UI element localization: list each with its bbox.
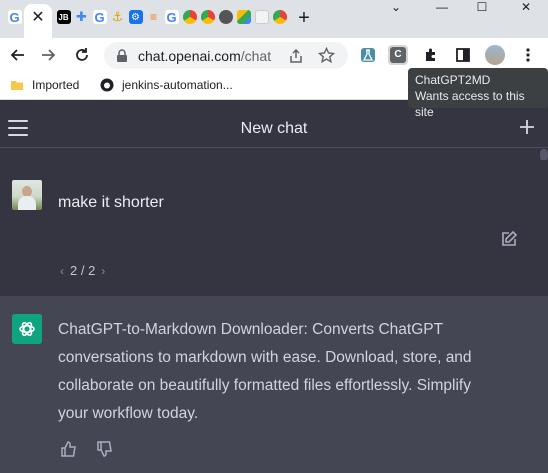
- gear-icon: ⚙: [128, 10, 143, 24]
- tooltip-title: ChatGPT2MD: [415, 73, 491, 87]
- openai-logo-icon: [12, 314, 42, 344]
- arrow-right-icon: [42, 49, 56, 61]
- bookmark-jenkins[interactable]: jenkins-automation...: [100, 78, 233, 92]
- star-icon[interactable]: [318, 47, 335, 64]
- extensions-button[interactable]: [421, 45, 441, 65]
- lock-icon: [117, 49, 127, 62]
- google-icon: G: [7, 9, 22, 25]
- new-chat-plus-icon[interactable]: [518, 118, 536, 136]
- tab-blank[interactable]: [254, 8, 269, 26]
- bookmark-label: Imported: [32, 78, 80, 92]
- side-panel-button[interactable]: [453, 45, 473, 65]
- user-message-row: make it shorter ‹ 2 / 2 ›: [0, 160, 548, 296]
- back-button[interactable]: [8, 45, 28, 65]
- response-pager: ‹ 2 / 2 ›: [60, 263, 105, 278]
- google-icon: G: [92, 9, 107, 25]
- thumbs-down-icon[interactable]: [96, 440, 114, 458]
- puzzle-icon: [426, 48, 435, 61]
- folder-icon: [11, 81, 23, 90]
- tab-puzzle[interactable]: ✚: [74, 8, 89, 26]
- url-text: chat.openai.com/chat: [138, 48, 271, 64]
- chevron-right-icon[interactable]: ›: [101, 264, 105, 278]
- tab-search-icon[interactable]: ⌄: [386, 0, 406, 18]
- tab-gear[interactable]: ⚙: [128, 8, 143, 26]
- chatgpt2md-icon: C: [390, 47, 406, 63]
- url-path: /chat: [240, 48, 272, 64]
- chrome-icon: [182, 10, 197, 24]
- url-host: chat.openai.com: [138, 48, 241, 64]
- tab-github[interactable]: [218, 8, 233, 26]
- forward-button[interactable]: [38, 45, 58, 65]
- stackoverflow-icon: ≡: [149, 10, 157, 24]
- tab-anchor[interactable]: ⚓: [110, 8, 125, 26]
- reload-button[interactable]: [72, 45, 92, 65]
- user-avatar: [12, 180, 42, 210]
- flask-extension-icon: [361, 48, 375, 62]
- bookmark-label: jenkins-automation...: [122, 78, 233, 92]
- jetbrains-icon: JB: [56, 10, 71, 24]
- tab-google-3[interactable]: G: [164, 8, 179, 26]
- github-icon: [218, 10, 233, 24]
- close-window-button[interactable]: ✕: [516, 0, 536, 18]
- tab-strip: G ✕ JB ✚ G ⚓ ⚙ ≡ G + ⌄ — ☐ ✕: [0, 0, 548, 38]
- chrome-icon: [272, 10, 287, 24]
- tab-drive[interactable]: [236, 8, 251, 26]
- user-message-text: make it shorter: [58, 194, 164, 211]
- anchor-icon: ⚓: [111, 9, 124, 24]
- thumbs-up-icon[interactable]: [60, 440, 78, 458]
- pager-count: 2 / 2: [70, 263, 96, 278]
- tab-stack[interactable]: ≡: [146, 8, 161, 26]
- tooltip-subtitle: Wants access to this site: [415, 89, 525, 119]
- new-tab-button[interactable]: +: [295, 8, 313, 28]
- kebab-menu-icon: [526, 48, 530, 62]
- minimize-button[interactable]: —: [432, 0, 452, 18]
- arrow-left-icon: [10, 49, 24, 61]
- tab-close-icon[interactable]: ✕: [30, 10, 46, 26]
- chrome-icon: [200, 10, 215, 24]
- extension-tooltip: ChatGPT2MD Wants access to this site: [408, 68, 548, 119]
- extension-chatgpt2md[interactable]: C: [388, 45, 408, 65]
- tab-chrome-2[interactable]: [200, 8, 215, 26]
- bookmark-imported[interactable]: Imported: [10, 78, 79, 92]
- reload-icon: [76, 48, 88, 61]
- extension-flask[interactable]: [358, 45, 378, 65]
- assistant-message-row: ChatGPT-to-Markdown Downloader: Converts…: [0, 296, 548, 473]
- maximize-button[interactable]: ☐: [472, 0, 492, 18]
- browser-toolbar: chat.openai.com/chat C: [0, 38, 548, 72]
- assistant-message-text: ChatGPT-to-Markdown Downloader: Converts…: [58, 321, 472, 422]
- profile-avatar: [485, 45, 505, 65]
- tab-jb[interactable]: JB: [56, 8, 71, 26]
- chat-title: New chat: [240, 120, 308, 137]
- profile-button[interactable]: [485, 45, 505, 65]
- address-bar[interactable]: chat.openai.com/chat: [104, 42, 348, 69]
- browser-menu-button[interactable]: [518, 45, 538, 65]
- edit-icon[interactable]: [500, 230, 518, 248]
- tab-google-2[interactable]: G: [92, 8, 107, 26]
- tab-chrome-3[interactable]: [272, 8, 287, 26]
- tab-chrome-1[interactable]: [182, 8, 197, 26]
- chevron-left-icon[interactable]: ‹: [60, 264, 64, 278]
- tab-google[interactable]: G: [7, 8, 22, 26]
- google-icon: G: [164, 9, 179, 25]
- side-panel-icon: [456, 48, 470, 62]
- drive-icon: [236, 10, 251, 24]
- puzzle-icon: ✚: [76, 9, 87, 24]
- share-icon[interactable]: [288, 48, 304, 64]
- github-icon: [100, 78, 114, 92]
- page-icon: [254, 10, 269, 24]
